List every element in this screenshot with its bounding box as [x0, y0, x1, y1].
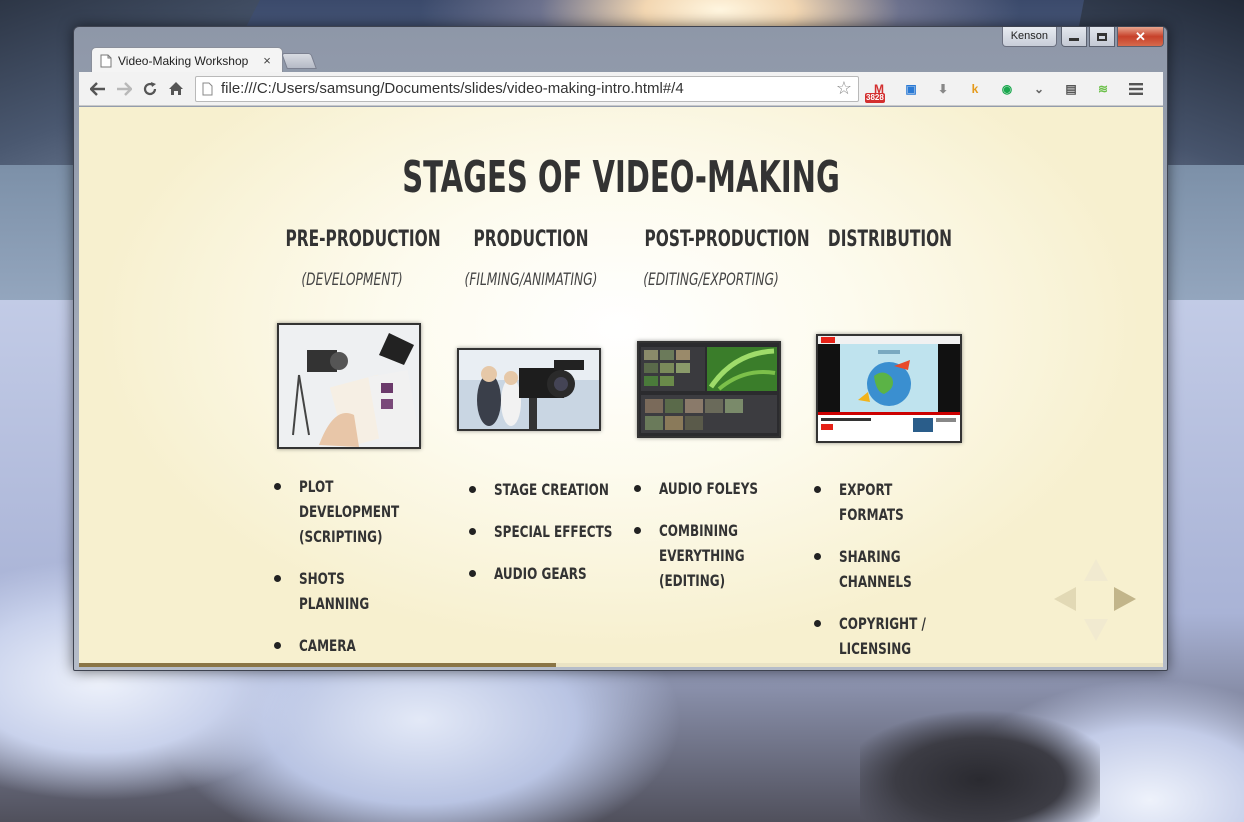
back-button[interactable]: [85, 76, 111, 102]
list-item: COPYRIGHT / LICENSING: [814, 611, 999, 661]
slide-progress-bar: [79, 663, 1163, 667]
profile-button[interactable]: Kenson: [1001, 27, 1057, 47]
kindle-icon[interactable]: k: [963, 78, 987, 100]
extension-badge: 3828: [865, 92, 885, 103]
window-controls: ✕: [1061, 27, 1164, 47]
column-distribution: DISTRIBUTION: [795, 227, 985, 292]
post-production-bullets: AUDIO FOLEYS COMBINING EVERYTHING (EDITI…: [634, 476, 819, 610]
column-subheading: (EDITING/EXPORTING): [643, 270, 779, 290]
download-icon[interactable]: ⬇: [931, 78, 955, 100]
home-button[interactable]: [163, 76, 189, 102]
desktop-wallpaper-rocks: [860, 700, 1100, 822]
slide-progress-fill: [79, 663, 556, 667]
page-icon: [100, 54, 112, 67]
column-production: PRODUCTION (FILMING/ANIMATING): [436, 227, 626, 292]
column-post-production: POST-PRODUCTION (EDITING/EXPORTING): [616, 227, 810, 292]
column-subheading: [822, 270, 959, 292]
column-heading: POST-PRODUCTION: [644, 227, 810, 252]
column-pre-production: PRE-PRODUCTION (DEVELOPMENT): [257, 227, 447, 292]
minimize-icon: [1069, 38, 1079, 41]
column-heading: DISTRIBUTION: [827, 227, 953, 252]
reload-icon: [143, 81, 157, 95]
production-bullets: STAGE CREATION SPECIAL EFFECTS AUDIO GEA…: [469, 477, 654, 603]
nav-up-arrow-icon[interactable]: [1084, 559, 1108, 581]
list-item: STAGE CREATION: [469, 477, 654, 502]
hamburger-menu-icon: [1129, 82, 1143, 95]
nav-left-arrow-icon[interactable]: [1054, 587, 1076, 611]
pushbullet-icon[interactable]: ◉: [995, 78, 1019, 100]
close-icon: ✕: [1135, 28, 1146, 44]
list-item: EXPORT FORMATS: [814, 477, 999, 527]
audio-icon[interactable]: ≋: [1091, 78, 1115, 100]
distribution-image: [816, 334, 962, 443]
chrome-menu-button[interactable]: [1123, 76, 1149, 102]
maximize-icon: [1097, 32, 1107, 41]
pocket-icon[interactable]: ⌄: [1027, 78, 1051, 100]
column-heading: PRODUCTION: [473, 227, 589, 252]
presentation-slide: STAGES OF VIDEO-MAKING PRE-PRODUCTION (D…: [79, 107, 1163, 667]
tab-bar: Video-Making Workshop ×: [86, 47, 686, 73]
maximize-button[interactable]: [1089, 27, 1115, 47]
minimize-button[interactable]: [1061, 27, 1087, 47]
list-item: SPECIAL EFFECTS: [469, 519, 654, 544]
distribution-bullets: EXPORT FORMATS SHARING CHANNELS COPYRIGH…: [814, 477, 999, 667]
browser-window: Kenson ✕ Video-Making Workshop × file://…: [73, 26, 1168, 671]
list-item: CAMERA FRAMING (STORYBOARDING): [274, 633, 459, 667]
production-image: [457, 348, 601, 431]
evernote-icon[interactable]: ▤: [1059, 78, 1083, 100]
forward-button[interactable]: [111, 76, 137, 102]
list-item: AUDIO FOLEYS: [634, 476, 819, 501]
list-item: PLOT DEVELOPMENT (SCRIPTING): [274, 474, 459, 549]
list-item: SHOTS PLANNING: [274, 566, 459, 616]
close-window-button[interactable]: ✕: [1117, 27, 1164, 47]
reload-button[interactable]: [137, 76, 163, 102]
slide-title: STAGES OF VIDEO-MAKING: [402, 152, 840, 203]
gmail-icon[interactable]: M 3828: [865, 78, 891, 103]
post-production-image: [637, 341, 781, 438]
calendar-icon[interactable]: ▣: [899, 78, 923, 100]
tab-video-making-workshop[interactable]: Video-Making Workshop ×: [91, 47, 283, 73]
home-icon: [169, 82, 183, 95]
column-subheading: (DEVELOPMENT): [301, 270, 403, 290]
file-page-icon: [202, 82, 213, 95]
nav-down-arrow-icon[interactable]: [1084, 619, 1108, 641]
pre-production-image: [277, 323, 421, 449]
forward-arrow-icon: [117, 81, 132, 96]
url-text[interactable]: file:///C:/Users/samsung/Documents/slide…: [221, 80, 836, 97]
nav-right-arrow-icon[interactable]: [1114, 587, 1136, 611]
bookmark-star-icon[interactable]: ☆: [836, 78, 852, 99]
column-heading: PRE-PRODUCTION: [285, 227, 441, 252]
list-item: SHARING CHANNELS: [814, 544, 999, 594]
column-subheading: (FILMING/ANIMATING): [464, 270, 598, 290]
tab-title: Video-Making Workshop: [118, 53, 249, 68]
list-item: COMBINING EVERYTHING (EDITING): [634, 518, 819, 593]
new-tab-button[interactable]: [281, 53, 317, 69]
address-bar[interactable]: file:///C:/Users/samsung/Documents/slide…: [195, 75, 859, 102]
list-item: AUDIO GEARS: [469, 561, 654, 586]
tab-close-icon[interactable]: ×: [260, 53, 274, 68]
extensions-area: M 3828 ▣ ⬇ k ◉ ⌄ ▤ ≋: [859, 78, 1115, 103]
browser-toolbar: file:///C:/Users/samsung/Documents/slide…: [79, 72, 1163, 106]
back-arrow-icon: [90, 81, 105, 96]
pre-production-bullets: PLOT DEVELOPMENT (SCRIPTING) SHOTS PLANN…: [274, 474, 459, 667]
